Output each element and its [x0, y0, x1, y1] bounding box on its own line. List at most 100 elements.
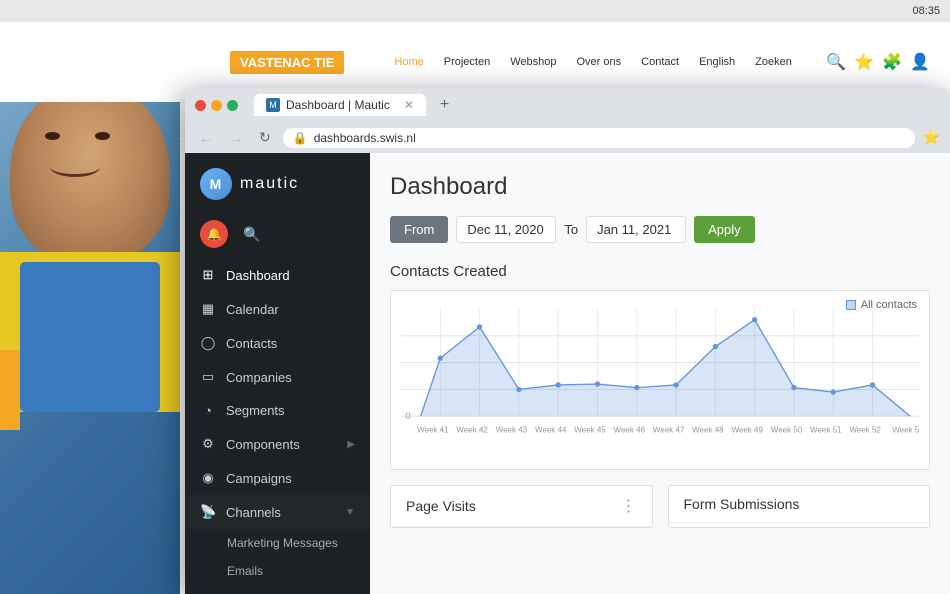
browser-tab-active[interactable]: M Dashboard | Mautic ✕ — [254, 94, 426, 116]
mautic-logo: M mautic — [185, 153, 370, 215]
contacts-chart-svg: 0 — [401, 301, 919, 451]
contacts-icon: ◯ — [200, 335, 216, 351]
url-display: dashboards.swis.nl — [314, 131, 416, 145]
svg-text:Week 52: Week 52 — [849, 425, 881, 434]
sidebar-item-components[interactable]: ⚙ Components ▶ — [185, 427, 370, 461]
contacts-chart-container: All contacts 0 — [390, 290, 930, 470]
sidebar-subitem-emails[interactable]: Emails — [185, 557, 370, 585]
search-icon[interactable]: 🔍 — [826, 52, 846, 72]
form-submissions-header: Form Submissions — [669, 486, 930, 523]
star-icon[interactable]: ⭐ — [854, 52, 874, 72]
sidebar-subitem-focus-items[interactable]: Focus Items — [185, 585, 370, 594]
sidebar-item-segments[interactable]: ◔ Segments — [185, 394, 370, 427]
sidebar-item-dashboard[interactable]: ⊞ Dashboard — [185, 258, 370, 292]
legend-box — [846, 300, 856, 310]
browser-address-bar: ← → ↻ 🔒 dashboards.swis.nl ⭐ — [185, 122, 950, 153]
website-nav-zoeken[interactable]: Zoeken — [755, 56, 792, 68]
maximize-window-button[interactable] — [227, 100, 238, 111]
sidebar-item-companies[interactable]: ▭ Companies — [185, 360, 370, 394]
bottom-panels: Page Visits ⋮ Form Submissions — [390, 485, 930, 528]
from-date-input[interactable] — [456, 216, 556, 243]
channels-icon: 📡 — [200, 504, 216, 520]
form-submissions-title: Form Submissions — [684, 496, 800, 512]
notification-icon[interactable]: 🔔 — [200, 220, 228, 248]
page-visits-header: Page Visits ⋮ — [391, 486, 652, 527]
mautic-main: Dashboard From To Apply Contacts Created — [370, 153, 950, 594]
website-nav-contact[interactable]: Contact — [641, 56, 679, 68]
bookmark-icon[interactable]: ⭐ — [923, 129, 940, 146]
sidebar-calendar-label: Calendar — [226, 302, 355, 317]
tab-close-button[interactable]: ✕ — [404, 98, 414, 112]
sidebar-segments-label: Segments — [226, 403, 355, 418]
minimize-window-button[interactable] — [211, 100, 222, 111]
sidebar-contacts-label: Contacts — [226, 336, 355, 351]
sidebar-search-icon[interactable]: 🔍 — [238, 220, 266, 248]
page-visits-menu-button[interactable]: ⋮ — [621, 496, 637, 516]
extension-icon[interactable]: 🧩 — [882, 52, 902, 72]
website-logo: VASTENAС TIE — [230, 51, 344, 74]
forward-button[interactable]: → — [225, 128, 247, 148]
apply-button[interactable]: Apply — [694, 216, 755, 243]
legend-label: All contacts — [861, 299, 917, 311]
browser-window: M Dashboard | Mautic ✕ + ← → ↻ 🔒 dashboa… — [185, 88, 950, 594]
sidebar-top-icons: 🔔 🔍 — [185, 215, 370, 253]
to-date-input[interactable] — [586, 216, 686, 243]
reload-button[interactable]: ↻ — [255, 127, 275, 148]
to-label: To — [564, 222, 578, 237]
svg-text:Week 42: Week 42 — [456, 425, 488, 434]
sidebar-channels-label: Channels — [226, 505, 335, 520]
sidebar-dashboard-label: Dashboard — [226, 268, 355, 283]
components-arrow-icon: ▶ — [347, 439, 355, 450]
new-tab-button[interactable]: + — [440, 96, 449, 114]
svg-text:Week 49: Week 49 — [731, 425, 763, 434]
mautic-logo-icon: M — [200, 168, 232, 200]
svg-text:Week 47: Week 47 — [653, 425, 685, 434]
background-image — [0, 22, 180, 594]
svg-text:Week 48: Week 48 — [692, 425, 724, 434]
svg-text:Week 43: Week 43 — [496, 425, 528, 434]
marketing-messages-label: Marketing Messages — [227, 536, 338, 550]
sidebar-item-channels[interactable]: 📡 Channels ▼ — [185, 495, 370, 529]
website-nav-overons[interactable]: Over ons — [577, 56, 622, 68]
address-box[interactable]: 🔒 dashboards.swis.nl — [283, 128, 915, 148]
back-button[interactable]: ← — [195, 128, 217, 148]
date-filter: From To Apply — [390, 216, 930, 243]
svg-text:Week 45: Week 45 — [574, 425, 606, 434]
website-nav: Home Projecten Webshop Over ons Contact … — [394, 56, 796, 68]
page-title: Dashboard — [390, 173, 930, 201]
browser-content: M mautic 🔔 🔍 ⊞ Dashboard ▦ — [185, 153, 950, 594]
browser-title-bar: M Dashboard | Mautic ✕ + — [185, 88, 950, 122]
page-visits-panel: Page Visits ⋮ — [390, 485, 653, 528]
sidebar-companies-label: Companies — [226, 370, 355, 385]
website-nav-projecten[interactable]: Projecten — [444, 56, 490, 68]
profile-icon[interactable]: 👤 — [910, 52, 930, 72]
contacts-chart-title: Contacts Created — [390, 263, 930, 280]
close-window-button[interactable] — [195, 100, 206, 111]
svg-text:Week 41: Week 41 — [417, 425, 449, 434]
components-icon: ⚙ — [200, 436, 216, 452]
orange-accent — [0, 350, 20, 430]
sidebar-campaigns-label: Campaigns — [226, 471, 355, 486]
svg-text:Week 51: Week 51 — [810, 425, 842, 434]
os-bar: 08:35 — [0, 0, 950, 22]
sidebar-item-calendar[interactable]: ▦ Calendar — [185, 292, 370, 326]
os-time: 08:35 — [912, 5, 940, 17]
browser-chrome: M Dashboard | Mautic ✕ + ← → ↻ 🔒 dashboa… — [185, 88, 950, 153]
from-button[interactable]: From — [390, 216, 448, 243]
website-nav-home[interactable]: Home — [394, 56, 423, 68]
page-visits-title: Page Visits — [406, 498, 476, 514]
channels-arrow-icon: ▼ — [345, 507, 355, 518]
sidebar-item-campaigns[interactable]: ◉ Campaigns — [185, 461, 370, 495]
svg-text:Week 50: Week 50 — [771, 425, 803, 434]
website-nav-webshop[interactable]: Webshop — [510, 56, 556, 68]
segments-icon: ◔ — [200, 403, 216, 418]
tab-title: Dashboard | Mautic — [286, 98, 390, 112]
svg-text:Week 5: Week 5 — [892, 425, 919, 434]
sidebar-item-contacts[interactable]: ◯ Contacts — [185, 326, 370, 360]
sidebar-subitem-marketing-messages[interactable]: Marketing Messages — [185, 529, 370, 557]
companies-icon: ▭ — [200, 369, 216, 385]
calendar-icon: ▦ — [200, 301, 216, 317]
tab-favicon: M — [266, 98, 280, 112]
website-nav-english[interactable]: English — [699, 56, 735, 68]
browser-controls — [195, 100, 238, 111]
